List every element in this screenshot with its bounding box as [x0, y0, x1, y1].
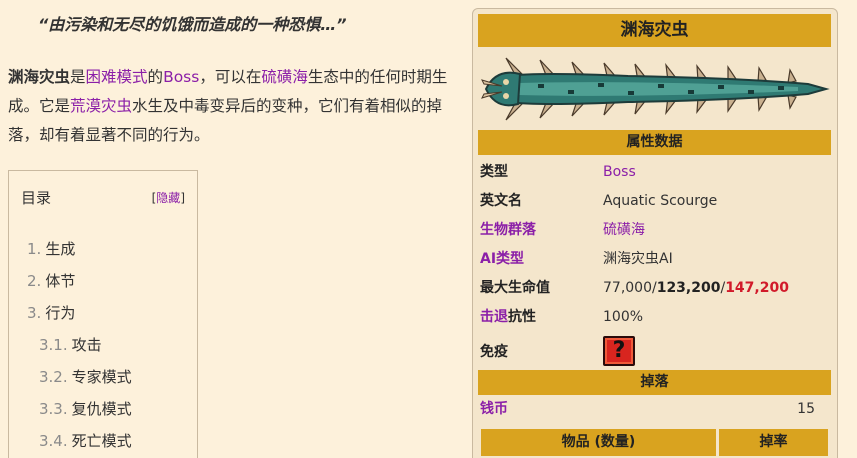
row-max-health: 最大生命值 77,000/123,200/147,200	[480, 274, 833, 303]
toc-num: 3.4.	[39, 432, 68, 450]
boss-name: 渊海灾虫	[8, 68, 71, 86]
worm-sprite	[481, 57, 830, 121]
hp-normal: 77,000/	[603, 280, 657, 296]
toc-list: 1. 生成 2. 体节 3. 行为 3.1. 攻击 3.2. 专家模式 3.3. 复仇模式 …	[27, 239, 132, 458]
row-biome: 生物群落 硫磺海	[480, 216, 833, 245]
toc-label[interactable]: 复仇模式	[72, 400, 132, 418]
row-type: 类型 Boss	[480, 158, 833, 187]
hardmode-link[interactable]: 困难模式	[86, 68, 148, 86]
row-ai-type: AI类型 渊海灾虫AI	[480, 245, 833, 274]
intro-text: ，可以在	[199, 68, 262, 86]
drops-section-header: 掉落	[478, 370, 831, 395]
toc-item-expert[interactable]: 3.2. 专家模式	[27, 367, 132, 399]
toc-label[interactable]: 生成	[45, 240, 75, 258]
drops-col-rate: 掉率	[719, 429, 828, 456]
question-mark-icon[interactable]: ?	[603, 336, 635, 366]
intro-text: 是	[70, 68, 86, 86]
biome-value-link[interactable]: 硫磺海	[603, 216, 645, 245]
hp-expert: 123,200	[656, 280, 721, 296]
toc-item-attacks[interactable]: 3.1. 攻击	[27, 335, 132, 367]
knockback-link[interactable]: 击退	[480, 309, 508, 325]
boss-link[interactable]: Boss	[163, 68, 199, 86]
toc-num: 2.	[27, 272, 42, 290]
toc-label[interactable]: 行为	[45, 304, 75, 322]
toc-item-behavior[interactable]: 3. 行为	[27, 303, 132, 335]
boss-quote: “由污染和无尽的饥饿而造成的一种恐惧…”	[38, 15, 347, 34]
intro-text: 的	[147, 68, 164, 86]
toc-num: 3.1.	[39, 336, 68, 354]
toc-label[interactable]: 死亡模式	[72, 432, 132, 450]
ai-type-value: 渊海灾虫AI	[603, 251, 673, 267]
drops-col-item: 物品 (数量)	[481, 429, 716, 456]
infobox-title: 渊海灾虫	[478, 14, 831, 47]
toc-hide-link[interactable]: 隐藏	[156, 191, 180, 205]
toc-num: 3.3.	[39, 400, 68, 418]
row-coins: 钱币 15	[480, 398, 825, 420]
toc-bracket: ]	[180, 191, 185, 205]
toc-title: 目录	[21, 189, 52, 207]
coins-value: 15	[797, 401, 815, 417]
row-immunity: 免疫 ?	[480, 335, 833, 369]
toc-label[interactable]: 专家模式	[72, 368, 132, 386]
stats-section-header: 属性数据	[478, 130, 831, 155]
sulphur-sea-link[interactable]: 硫磺海	[261, 68, 308, 86]
max-health-key: 最大生命值	[480, 280, 550, 296]
max-health-value: 77,000/123,200/147,200	[603, 274, 789, 303]
toc-hide-toggle[interactable]: [隐藏]	[152, 189, 185, 206]
toc-num: 3.2.	[39, 368, 68, 386]
toc-num: 1.	[27, 240, 42, 258]
table-of-contents: 目录 [隐藏] 1. 生成 2. 体节 3. 行为 3.1. 攻击 3.2. 专家模式 3…	[8, 170, 198, 458]
toc-item-spawn[interactable]: 1. 生成	[27, 239, 132, 271]
knockback-value: 100%	[603, 309, 644, 325]
coins-key-link[interactable]: 钱币	[480, 398, 508, 420]
hp-master: 147,200	[725, 280, 789, 296]
knockback-key-rest: 抗性	[508, 309, 536, 325]
toc-item-death[interactable]: 3.4. 死亡模式	[27, 431, 132, 458]
immunity-key: 免疫	[480, 344, 508, 360]
biome-key-link[interactable]: 生物群落	[480, 222, 536, 238]
desert-scourge-link[interactable]: 荒漠灾虫	[70, 97, 132, 115]
row-knockback: 击退抗性 100%	[480, 303, 833, 332]
toc-item-segments[interactable]: 2. 体节	[27, 271, 132, 303]
type-value-link[interactable]: Boss	[603, 158, 636, 187]
english-name-key: 英文名	[480, 193, 522, 209]
infobox: 渊海灾虫 属性数据 类型 Boss 英文名 Aquatic Scourge 生物…	[472, 8, 838, 458]
toc-label[interactable]: 体节	[45, 272, 75, 290]
english-name-value: Aquatic Scourge	[603, 193, 718, 209]
type-key: 类型	[480, 164, 508, 180]
toc-item-revengeance[interactable]: 3.3. 复仇模式	[27, 399, 132, 431]
ai-type-key-link[interactable]: AI类型	[480, 251, 524, 267]
boss-sprite-image	[478, 50, 831, 127]
row-english-name: 英文名 Aquatic Scourge	[480, 187, 833, 216]
intro-paragraph: 渊海灾虫是困难模式的Boss，可以在硫磺海生态中的任何时期生成。它是荒漠灾虫水生…	[8, 63, 460, 150]
toc-label[interactable]: 攻击	[72, 336, 102, 354]
toc-num: 3.	[27, 304, 42, 322]
